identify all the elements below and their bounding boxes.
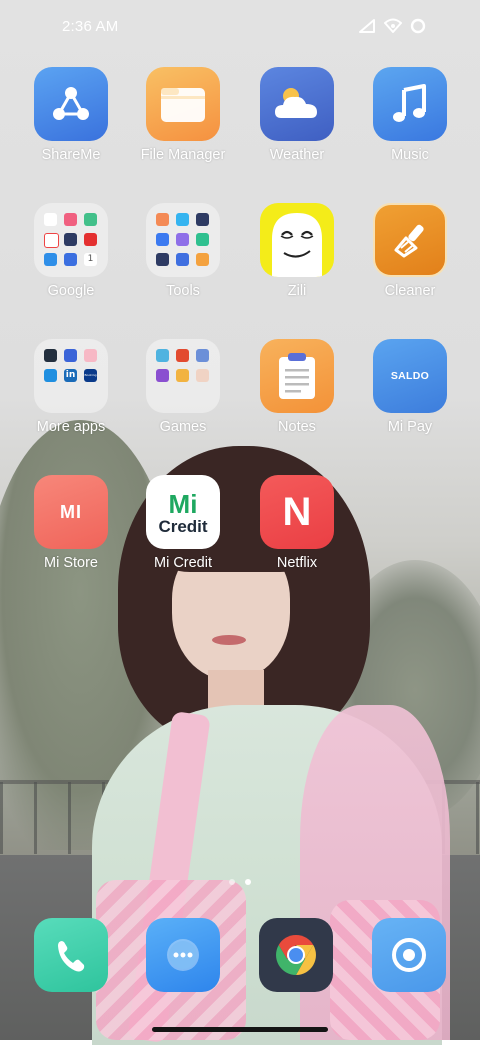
games-folder-icon [146,339,220,413]
mi-store-logo: MI [60,501,82,522]
game-3-icon [196,349,209,362]
compass-icon [196,213,209,226]
folder-google[interactable]: 1 Google [16,203,126,299]
wallpaper-person-lips [212,635,246,645]
mi-credit-icon: Mi Credit [146,475,220,549]
cleaner-icon [373,203,447,277]
app-label: Mi Credit [153,555,212,571]
calculator-icon [156,213,169,226]
duo-icon [64,253,77,266]
mi-pay-icon-text: SALDO [390,370,430,382]
app-label: Google [47,283,95,299]
game-5-icon [176,369,189,382]
netflix-icon: N [260,475,334,549]
app-label: Mi Store [44,555,98,571]
messages-icon [167,939,199,971]
maps-icon [84,213,97,226]
folder-games[interactable]: Games [128,339,238,435]
linkedin-icon: in [64,369,77,382]
app-mi-store[interactable]: MI Mi Store [16,475,126,571]
app-label: Tools [166,283,200,299]
app-label: File Manager [140,147,226,163]
page-dot-2[interactable] [245,879,251,885]
heart-icon [84,349,97,362]
game-2-icon [176,349,189,362]
tools-folder-icon [146,203,220,277]
gmail-icon [44,233,59,248]
google-folder-icon: 1 [34,203,108,277]
clock-icon [176,233,189,246]
mi-store-icon: MI [34,475,108,549]
dock-camera[interactable] [372,918,446,992]
app-label: Games [159,419,207,435]
mi-credit-logo-bottom: Credit [158,517,208,536]
youtube-icon [84,233,97,246]
feedback-icon [196,253,209,266]
calendar-icon [156,233,169,246]
app-label: Weather [269,147,325,163]
status-time: 2:36 AM [62,18,119,35]
app-label: Music [391,147,429,163]
booking-icon: Booking [84,369,97,382]
contacts-icon [176,213,189,226]
weather-icon [260,67,334,141]
app-weather[interactable]: Weather [242,67,352,163]
app-label: Zili [287,283,307,299]
phone-icon [58,941,85,972]
dock-browser[interactable] [259,918,333,992]
dock-messages[interactable] [146,918,220,992]
camera-icon [392,938,426,972]
drive-icon [64,233,77,246]
app-label: Netflix [276,555,318,571]
zili-icon [260,203,334,277]
notes-icon [260,339,334,413]
google-g-icon [44,213,57,226]
status-icons [358,18,426,34]
prime-icon [44,369,57,382]
mi-credit-logo-top: Mi [168,489,198,519]
photos-icon [64,213,77,226]
one-icon: 1 [84,253,97,266]
scanner-icon [156,253,169,266]
app-notes[interactable]: Notes [242,339,352,435]
more-apps-folder-icon: in Booking [34,339,108,413]
app-label: Mi Pay [387,419,433,435]
app-cleaner[interactable]: Cleaner [355,203,465,299]
music-icon [373,67,447,141]
game-1-icon [156,349,169,362]
battery-icon [410,18,426,34]
game-4-icon [156,369,169,382]
app-netflix[interactable]: N Netflix [242,475,352,571]
app-shareme[interactable]: ShareMe [16,67,126,163]
app-music[interactable]: Music [355,67,465,163]
wifi-icon [384,18,402,33]
app-zili[interactable]: Zili [242,203,352,299]
app-mi-credit[interactable]: Mi Credit Mi Credit [128,475,238,571]
dock-phone[interactable] [34,918,108,992]
file-manager-icon [146,67,220,141]
folder-tools[interactable]: Tools [128,203,238,299]
app-label: ShareMe [41,147,101,163]
facebook-icon [64,349,77,362]
meet-icon [44,253,57,266]
app-label: More apps [36,419,106,435]
folder-more-apps[interactable]: in Booking More apps [16,339,126,435]
home-gesture-bar[interactable] [152,1027,328,1032]
app-mi-pay[interactable]: SALDO Mi Pay [355,339,465,435]
recorder-icon [196,233,209,246]
browser-icon [276,935,316,975]
app-label: Cleaner [384,283,436,299]
game-6-icon [196,369,209,382]
app-label: Notes [278,419,316,435]
app-file-manager[interactable]: File Manager [128,67,238,163]
shareme-icon [34,67,108,141]
mi-pay-icon: SALDO [373,339,447,413]
amazon-icon [44,349,57,362]
downloads-icon [176,253,189,266]
netflix-logo: N [282,489,312,534]
page-dot-1[interactable] [229,879,235,885]
signal-icon [359,19,375,33]
